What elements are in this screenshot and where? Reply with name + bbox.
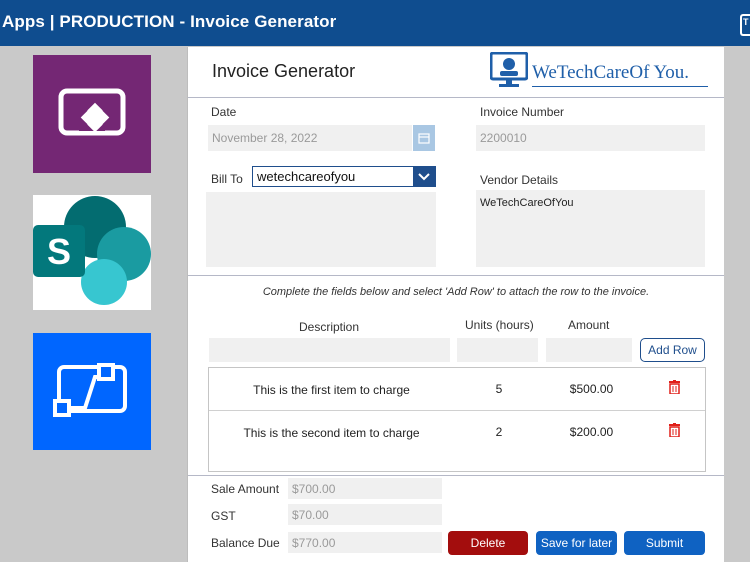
vendor-details-label: Vendor Details — [480, 173, 559, 187]
power-apps-icon — [58, 88, 126, 136]
app-title: Apps | PRODUCTION - Invoice Generator — [2, 12, 337, 31]
amount-header: Amount — [568, 318, 610, 332]
bill-to-dropdown[interactable]: wetechcareofyou — [252, 166, 436, 187]
item-units: 5 — [495, 382, 503, 396]
power-automate-tile — [33, 333, 151, 450]
invoice-number-field[interactable]: 2200010 — [476, 125, 705, 151]
gst-field: $70.00 — [288, 504, 442, 525]
item-units: 2 — [495, 425, 503, 439]
logo-underline — [532, 86, 708, 87]
save-for-later-button[interactable]: Save for later — [536, 531, 617, 555]
table-row[interactable]: This is the second item to charge 2 $200… — [209, 411, 705, 453]
bill-to-label: Bill To — [211, 172, 243, 186]
calendar-icon — [418, 133, 430, 144]
monitor-logo-icon — [490, 52, 528, 87]
delete-button[interactable]: Delete — [448, 531, 528, 555]
units-header: Units (hours) — [465, 318, 534, 332]
sharepoint-icon: S — [33, 196, 151, 305]
teams-icon[interactable]: T — [740, 14, 750, 36]
item-amount: $500.00 — [569, 382, 614, 396]
power-apps-tile — [33, 55, 151, 173]
app-title-bar: Apps | PRODUCTION - Invoice Generator T — [0, 0, 750, 46]
sharepoint-letter: S — [47, 231, 71, 272]
date-label: Date — [211, 105, 237, 119]
totals-divider — [188, 475, 724, 476]
table-row[interactable]: This is the first item to charge 5 $500.… — [209, 368, 705, 411]
trash-icon[interactable] — [669, 380, 680, 399]
units-input[interactable] — [457, 338, 538, 362]
date-field[interactable]: November 28, 2022 — [208, 125, 412, 151]
power-automate-icon — [53, 363, 127, 417]
chevron-down-icon[interactable] — [413, 167, 435, 186]
form-header: Invoice Generator WeTechCareOf You. — [188, 47, 724, 98]
trash-icon[interactable] — [669, 423, 680, 442]
amount-input[interactable] — [546, 338, 632, 362]
line-items-gallery: This is the first item to charge 5 $500.… — [208, 367, 706, 472]
bill-to-value: wetechcareofyou — [257, 169, 356, 184]
balance-due-field: $770.00 — [288, 532, 442, 553]
invoice-form-card: Invoice Generator WeTechCareOf You. Date… — [187, 47, 724, 562]
description-header: Description — [299, 320, 360, 334]
logo-text: WeTechCareOf You. — [532, 62, 690, 83]
add-row-button[interactable]: Add Row — [640, 338, 705, 362]
invoice-number-label: Invoice Number — [480, 105, 565, 119]
item-description: This is the second item to charge — [243, 426, 420, 440]
sale-amount-label: Sale Amount — [211, 482, 280, 496]
calendar-button[interactable] — [413, 125, 435, 151]
page-title: Invoice Generator — [212, 61, 356, 81]
sharepoint-tile: S — [33, 195, 151, 310]
vendor-details-field[interactable]: WeTechCareOfYou — [476, 190, 705, 267]
item-amount: $200.00 — [569, 425, 614, 439]
gst-label: GST — [211, 509, 236, 523]
submit-button[interactable]: Submit — [624, 531, 705, 555]
section-divider — [188, 275, 724, 276]
teams-letter: T — [743, 17, 749, 27]
bill-to-details[interactable] — [206, 192, 436, 267]
description-input[interactable] — [209, 338, 450, 362]
sale-amount-field: $700.00 — [288, 478, 442, 499]
balance-due-label: Balance Due — [211, 536, 280, 550]
company-logo: WeTechCareOf You. — [490, 52, 708, 92]
item-description: This is the first item to charge — [253, 383, 410, 397]
instructions-text: Complete the fields below and select 'Ad… — [262, 286, 650, 298]
